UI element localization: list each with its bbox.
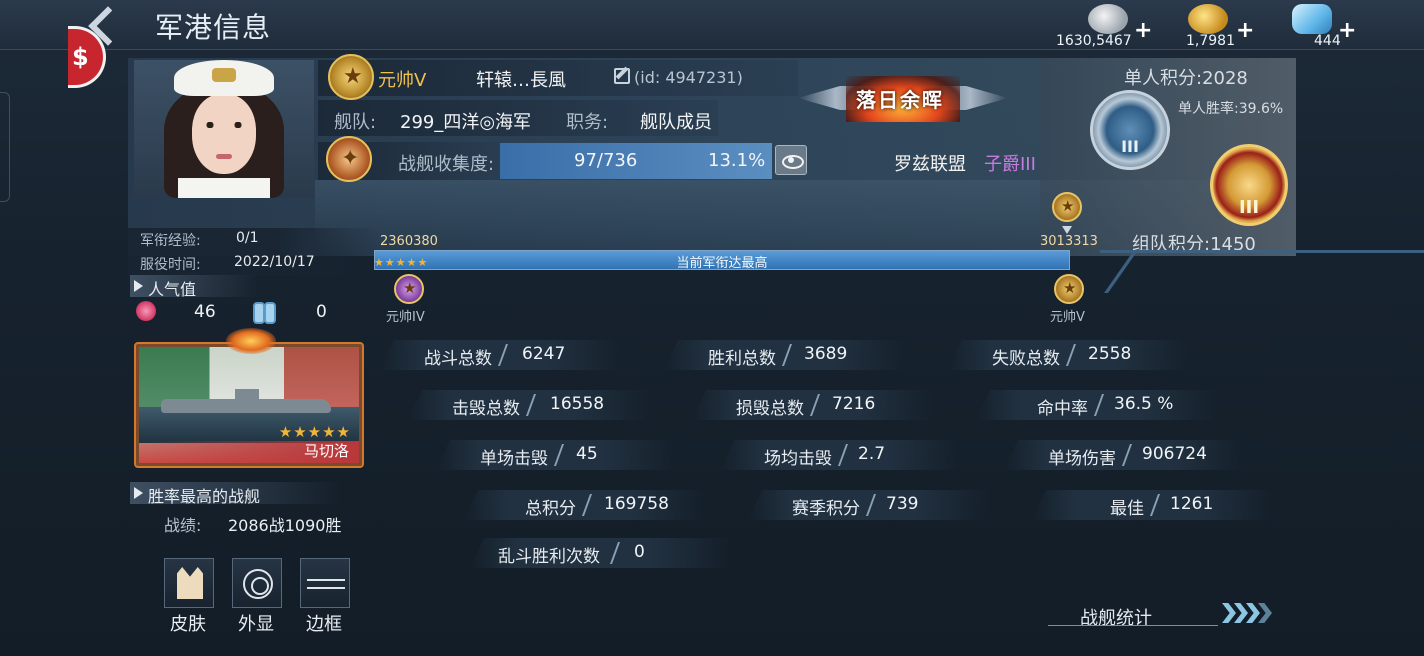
- stat-best: 最佳 1261: [1032, 490, 1272, 520]
- gold-currency[interactable]: 1,7981 +: [1184, 0, 1254, 50]
- rank-end-icon: ★: [1054, 274, 1084, 304]
- page-title: 军港信息: [155, 11, 272, 44]
- silver-currency[interactable]: 1630,5467 +: [1056, 0, 1156, 50]
- rank-start-label: 元帅IV: [386, 310, 425, 325]
- rose-icon[interactable]: [136, 301, 156, 321]
- silver-value: 1630,5467: [1056, 33, 1132, 49]
- plus-icon[interactable]: +: [1236, 18, 1254, 43]
- title-banner[interactable]: 落日余晖: [798, 72, 1008, 126]
- rose-count: 46: [194, 302, 216, 322]
- stat-total-score: 总积分 169758: [464, 490, 704, 520]
- alliance-rank: 子爵III: [984, 154, 1036, 175]
- diamond-icon: [1292, 4, 1332, 34]
- frame-button[interactable]: [300, 558, 350, 608]
- diamond-value: 444: [1314, 33, 1341, 49]
- flame-ornament-icon: [226, 328, 276, 354]
- stat-season-score: 赛季积分 739: [748, 490, 988, 520]
- chevron-right-icon[interactable]: [1222, 603, 1236, 623]
- chevron-right-icon[interactable]: [1234, 603, 1248, 623]
- duty-label: 职务:: [566, 112, 609, 133]
- diamond-currency[interactable]: 444 +: [1290, 0, 1360, 50]
- record-value: 2086战1090胜: [228, 516, 342, 535]
- collection-medal-icon: ✦: [326, 136, 372, 182]
- stat-single-damage: 单场伤害 906724: [1004, 440, 1244, 470]
- stat-brawl-wins: 乱斗胜利次数 0: [470, 538, 730, 568]
- solo-rank-medal-icon[interactable]: III: [1090, 90, 1170, 170]
- ship-stats-link[interactable]: 战舰统计: [1080, 604, 1152, 630]
- decor-line: [1100, 250, 1424, 296]
- rank-name: 元帅V: [378, 70, 427, 91]
- rank-star-icon: ★: [328, 54, 374, 100]
- gold-value: 1,7981: [1186, 33, 1235, 49]
- eye-icon[interactable]: [775, 145, 807, 175]
- best-ship-header: 胜率最高的战舰: [130, 482, 340, 506]
- progress-end-value: 3013313: [1040, 234, 1098, 249]
- slipper-icon[interactable]: [252, 302, 276, 324]
- stat-hit-rate: 命中率 36.5 %: [976, 390, 1216, 420]
- stat-total-battles: 战斗总数 6247: [380, 340, 620, 370]
- progress-text: 当前军衔达最高: [676, 256, 768, 271]
- plus-icon[interactable]: +: [1134, 18, 1152, 43]
- card-frame: [134, 342, 364, 468]
- collection-value: 97/736: [574, 150, 638, 171]
- collection-percent: 13.1%: [708, 150, 766, 171]
- title-banner-text: 落日余晖: [856, 88, 944, 112]
- side-handle[interactable]: [0, 92, 10, 202]
- duty-value: 舰队成员: [640, 112, 712, 133]
- solo-score: 单人积分:2028: [1124, 68, 1248, 89]
- rank-end-label: 元帅V: [1050, 310, 1085, 325]
- frame-label: 边框: [306, 614, 342, 635]
- collection-label: 战舰收集度:: [398, 154, 495, 175]
- rank-marker-icon: ★: [1052, 192, 1082, 222]
- record-label: 战绩:: [164, 516, 202, 535]
- silver-coins-icon: [1088, 4, 1128, 34]
- stat-total-losses: 失败总数 2558: [948, 340, 1188, 370]
- chevron-right-icon[interactable]: [1258, 603, 1272, 623]
- progress-start-value: 2360380: [380, 234, 438, 249]
- service-label: 服役时间:: [140, 257, 201, 273]
- plus-icon[interactable]: +: [1338, 18, 1356, 43]
- back-arrow-icon[interactable]: [88, 8, 128, 44]
- appearance-button[interactable]: [232, 558, 282, 608]
- alliance-name: 罗兹联盟: [894, 154, 966, 175]
- exp-label: 军衔经验:: [140, 233, 201, 249]
- solo-win-rate: 单人胜率:39.6%: [1178, 101, 1284, 117]
- slipper-count: 0: [316, 302, 327, 322]
- exp-value: 0/1: [236, 230, 259, 246]
- team-rank-medal-icon[interactable]: III: [1210, 144, 1288, 226]
- chevron-right-icon[interactable]: [1246, 603, 1260, 623]
- skin-button[interactable]: [164, 558, 214, 608]
- stat-avg-kills: 场均击毁 2.7: [720, 440, 960, 470]
- frame-icon: [307, 579, 345, 589]
- player-name: 轩辕…長風: [476, 70, 566, 91]
- crosshair-icon: [243, 569, 273, 599]
- player-id: (id: 4947231): [634, 68, 743, 87]
- gold-coins-icon: [1188, 4, 1228, 34]
- marker-down-icon: [1062, 226, 1072, 234]
- stat-total-wins: 胜利总数 3689: [664, 340, 904, 370]
- popularity-header: 人气值: [130, 275, 260, 299]
- appearance-label: 外显: [238, 614, 274, 635]
- skin-label: 皮肤: [170, 614, 206, 635]
- suit-icon: [177, 567, 203, 599]
- edit-icon[interactable]: [614, 68, 630, 84]
- stat-total-destroyed: 损毁总数 7216: [692, 390, 932, 420]
- avatar[interactable]: [134, 60, 314, 198]
- fleet-value[interactable]: 299_四洋◎海军: [400, 108, 531, 134]
- stat-total-kills: 击毁总数 16558: [408, 390, 648, 420]
- service-value: 2022/10/17: [234, 254, 315, 270]
- stat-single-kills: 单场击毁 45: [436, 440, 676, 470]
- rank-start-icon: ★: [394, 274, 424, 304]
- fleet-label: 舰队:: [334, 112, 377, 133]
- ship-stats-underline: [1048, 625, 1218, 626]
